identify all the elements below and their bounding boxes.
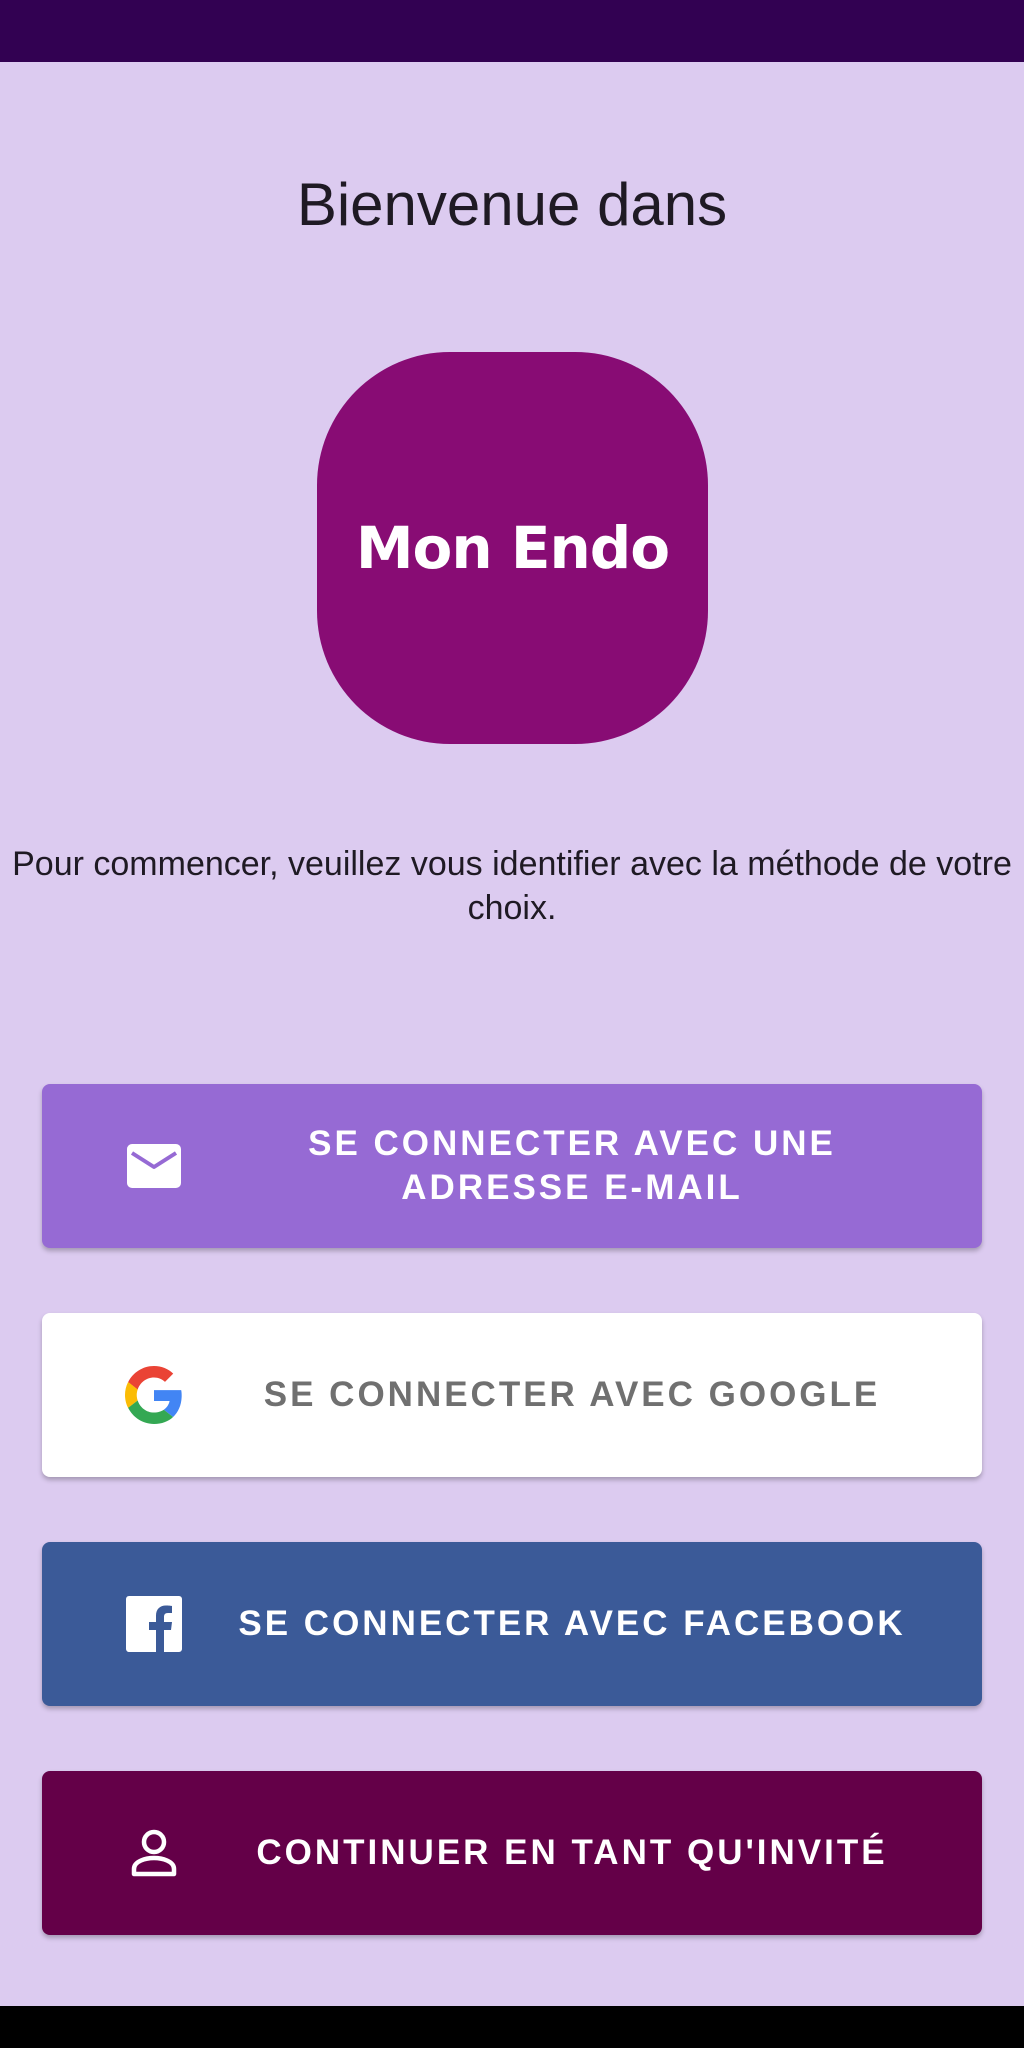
- facebook-login-label: SE CONNECTER AVEC FACEBOOK: [238, 1604, 906, 1643]
- navigation-bar: [0, 2006, 1024, 2048]
- welcome-title: Bienvenue dans: [296, 171, 728, 238]
- app-logo-text: Mon Endo: [355, 514, 670, 582]
- guest-continue-button[interactable]: CONTINUER EN TANT QU'INVITÉ: [42, 1771, 982, 1935]
- mail-icon: [122, 1134, 186, 1198]
- google-login-label: SE CONNECTER AVEC GOOGLE: [263, 1375, 881, 1414]
- google-login-button[interactable]: SE CONNECTER AVEC GOOGLE: [42, 1313, 982, 1477]
- facebook-icon: [122, 1592, 186, 1656]
- person-icon: [122, 1821, 186, 1885]
- facebook-login-button[interactable]: SE CONNECTER AVEC FACEBOOK: [42, 1542, 982, 1706]
- google-icon: [122, 1363, 186, 1427]
- intro-text: Pour commencer, veuillez vous identifier…: [12, 845, 1012, 927]
- app-logo: Mon Endo: [317, 352, 708, 744]
- email-login-label: SE CONNECTER AVEC UNE ADRESSE E-MAIL: [308, 1124, 836, 1207]
- status-bar: [0, 0, 1024, 62]
- guest-continue-label: CONTINUER EN TANT QU'INVITÉ: [256, 1833, 888, 1872]
- email-login-button[interactable]: SE CONNECTER AVEC UNE ADRESSE E-MAIL: [42, 1084, 982, 1248]
